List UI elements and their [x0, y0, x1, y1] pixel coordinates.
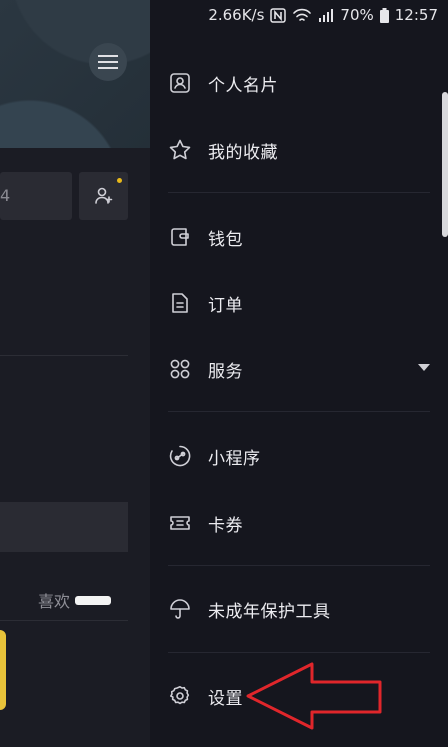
drawer-divider — [168, 652, 430, 653]
drawer-item-label: 我的收藏 — [208, 142, 278, 163]
background-divider — [0, 355, 128, 356]
drawer-item-label: 订单 — [208, 295, 243, 316]
drawer-item-favorites[interactable]: 我的收藏 — [168, 130, 430, 170]
drawer-item-label: 卡券 — [208, 515, 243, 536]
gear-icon — [168, 684, 192, 708]
signal-icon — [319, 9, 334, 22]
add-friend-button[interactable] — [79, 172, 128, 220]
star-icon — [168, 138, 192, 162]
background-divider — [0, 620, 128, 621]
edit-profile-button[interactable] — [0, 172, 72, 220]
clock: 12:57 — [394, 6, 438, 24]
drawer-item-orders[interactable]: 订单 — [168, 283, 430, 323]
mini-program-icon — [168, 444, 192, 468]
nfc-icon — [270, 7, 287, 23]
wallet-icon — [168, 225, 192, 249]
status-bar: 2.66K/s 70% 12:57 — [208, 0, 438, 30]
menu-button[interactable] — [89, 43, 127, 81]
network-speed: 2.66K/s — [208, 6, 265, 24]
battery-percent: 70% — [340, 6, 374, 24]
drawer-item-wallet[interactable]: 钱包 — [168, 217, 430, 257]
umbrella-icon — [168, 597, 192, 621]
grid-icon — [168, 357, 192, 381]
battery-icon — [379, 7, 389, 23]
wifi-icon — [293, 8, 312, 21]
notification-dot — [117, 178, 122, 183]
drawer-item-coupons[interactable]: 卡券 — [168, 503, 430, 543]
redacted-count — [75, 595, 112, 605]
yellow-action-button[interactable] — [0, 630, 6, 710]
drawer-item-mini-programs[interactable]: 小程序 — [168, 436, 430, 476]
drawer-divider — [168, 565, 430, 566]
id-card-icon — [168, 71, 192, 95]
scrollbar[interactable] — [442, 92, 448, 237]
hamburger-icon — [98, 55, 118, 69]
drawer-item-label: 小程序 — [208, 448, 261, 469]
ticket-icon — [168, 511, 192, 535]
drawer-item-label: 设置 — [208, 688, 243, 709]
drawer-divider — [168, 192, 430, 193]
profile-cover — [0, 0, 150, 148]
order-icon — [168, 291, 192, 315]
background-page: 4 喜欢 — [0, 0, 150, 747]
drawer-item-minor-protection[interactable]: 未成年保护工具 — [168, 589, 430, 629]
like-tab[interactable]: 喜欢 — [38, 588, 112, 612]
drawer-item-business-card[interactable]: 个人名片 — [168, 63, 430, 103]
annotation-arrow — [246, 662, 382, 730]
edit-profile-text: 4 — [0, 186, 11, 205]
background-panel — [0, 502, 128, 552]
drawer-item-label: 钱包 — [208, 229, 243, 250]
drawer-item-label: 未成年保护工具 — [208, 601, 331, 622]
like-tab-label: 喜欢 — [38, 592, 71, 611]
drawer-item-label: 个人名片 — [208, 75, 278, 96]
add-user-icon — [94, 187, 112, 204]
side-drawer: 个人名片 我的收藏 钱包 订单 服务 小程序 卡券 未成年保护工具 设置 — [150, 0, 448, 747]
drawer-item-services[interactable]: 服务 — [168, 349, 430, 389]
chevron-down-icon[interactable] — [418, 364, 430, 371]
drawer-divider — [168, 411, 430, 412]
drawer-item-label: 服务 — [208, 361, 243, 382]
